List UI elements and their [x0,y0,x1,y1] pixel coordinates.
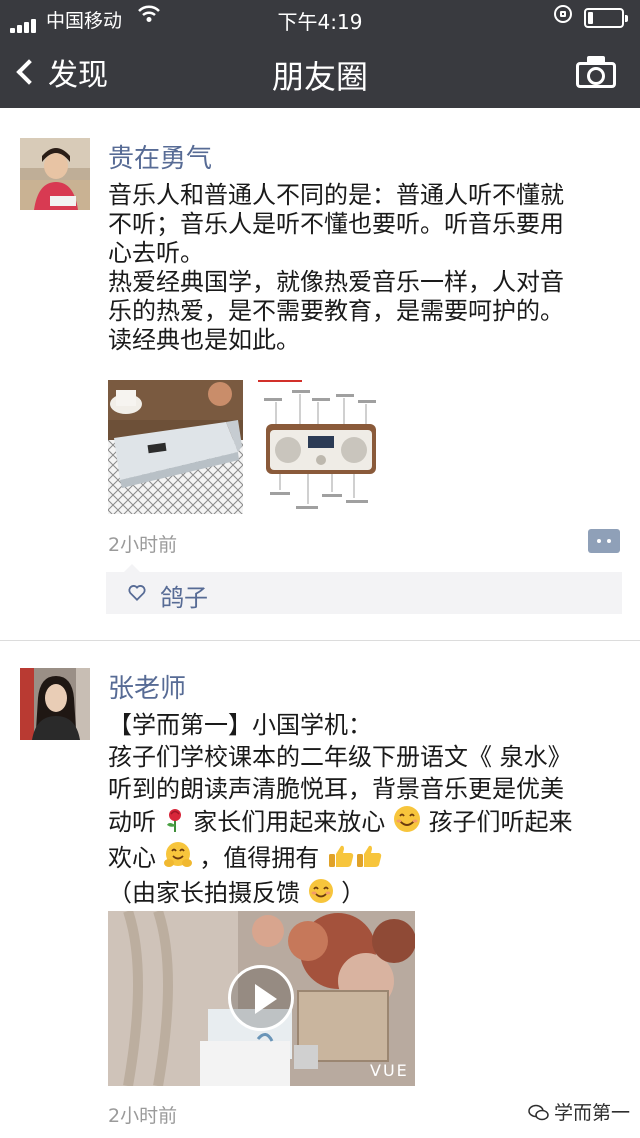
avatar[interactable] [20,138,90,210]
text-line: （由家长拍摄反馈 ） [108,877,618,912]
comment-menu-icon[interactable] [588,529,620,553]
author-name[interactable]: 张老师 [108,668,186,705]
post-text: 音乐人和普通人不同的是：普通人听不懂就 不听；音乐人是听不懂也要听。听音乐要用 … [108,181,618,355]
hugging-emoji-icon [163,841,192,877]
play-icon[interactable] [228,965,294,1031]
smile-emoji-icon [393,805,421,841]
watermark-text: 学而第一 [554,1102,631,1124]
moment-post: 贵在勇气 音乐人和普通人不同的是：普通人听不懂就 不听；音乐人是听不懂也要听。听… [0,108,640,640]
post-image-speaker-photo[interactable] [108,380,243,514]
heart-icon [128,585,146,601]
wechat-logo-icon [528,1104,550,1127]
battery-icon [584,8,628,28]
page-title: 朋友圈 [271,58,368,96]
text-line: 乐的热爱，是不需要教育，是需要呵护的。 [108,297,564,325]
text-line: 孩子们学校课本的二年级下册语文《 泉水》 [108,743,572,771]
text-fragment: 家长们用起来放心 [193,808,386,836]
text-line: 欢心 ，值得拥有 [108,841,618,877]
thumbs-up-emoji-icon [355,843,383,877]
likes-panel: 鸽子 [106,564,622,614]
text-line: 【学而第一】小国学机： [108,711,372,739]
text-line: 不听；音乐人是听不懂也要听。听音乐要用 [108,210,564,238]
text-line: 读经典也是如此。 [108,326,300,354]
rotation-lock-icon [554,5,572,23]
navigation-bar: 中国移动 下午4:19 发现 朋友圈 [0,0,640,108]
text-fragment: （由家长拍摄反馈 [108,879,300,907]
post-text: 【学而第一】小国学机： 孩子们学校课本的二年级下册语文《 泉水》 听到的朗读声清… [108,709,618,912]
text-line: 动听 家长们用起来放心 孩子们听起来 [108,805,618,841]
blush-emoji-icon [308,878,334,912]
camera-icon[interactable] [576,55,620,89]
status-time: 下午4:19 [277,10,363,34]
post-time: 2小时前 [108,534,178,556]
text-line: 听到的朗读声清脆悦耳，背景音乐更是优美 [108,775,564,803]
text-fragment: 动听 [108,808,156,836]
text-fragment: ） [341,879,366,907]
text-line: 热爱经典国学，就像热爱音乐一样，人对音 [108,268,564,296]
post-image-speaker-diagram[interactable] [256,380,391,514]
text-fragment: ，值得拥有 [199,844,320,872]
text-line: 音乐人和普通人不同的是：普通人听不懂就 [108,181,564,209]
video-caption: VUE [370,1061,409,1080]
post-video-thumbnail[interactable]: VUE [108,911,415,1086]
liker-name[interactable]: 鸽子 [160,578,208,613]
text-line: 心去听。 [108,239,204,267]
author-name[interactable]: 贵在勇气 [108,138,212,175]
rose-emoji-icon [164,807,186,841]
thumbs-up-emoji-icon [327,843,355,877]
post-time: 2小时前 [108,1105,178,1127]
text-fragment: 欢心 [108,844,156,872]
moment-post: 张老师 【学而第一】小国学机： 孩子们学校课本的二年级下册语文《 泉水》 听到的… [0,641,640,1138]
status-bar: 中国移动 下午4:19 [0,0,640,36]
avatar[interactable] [20,668,90,740]
text-fragment: 孩子们听起来 [428,808,573,836]
account-watermark: 学而第一 [528,1098,630,1127]
